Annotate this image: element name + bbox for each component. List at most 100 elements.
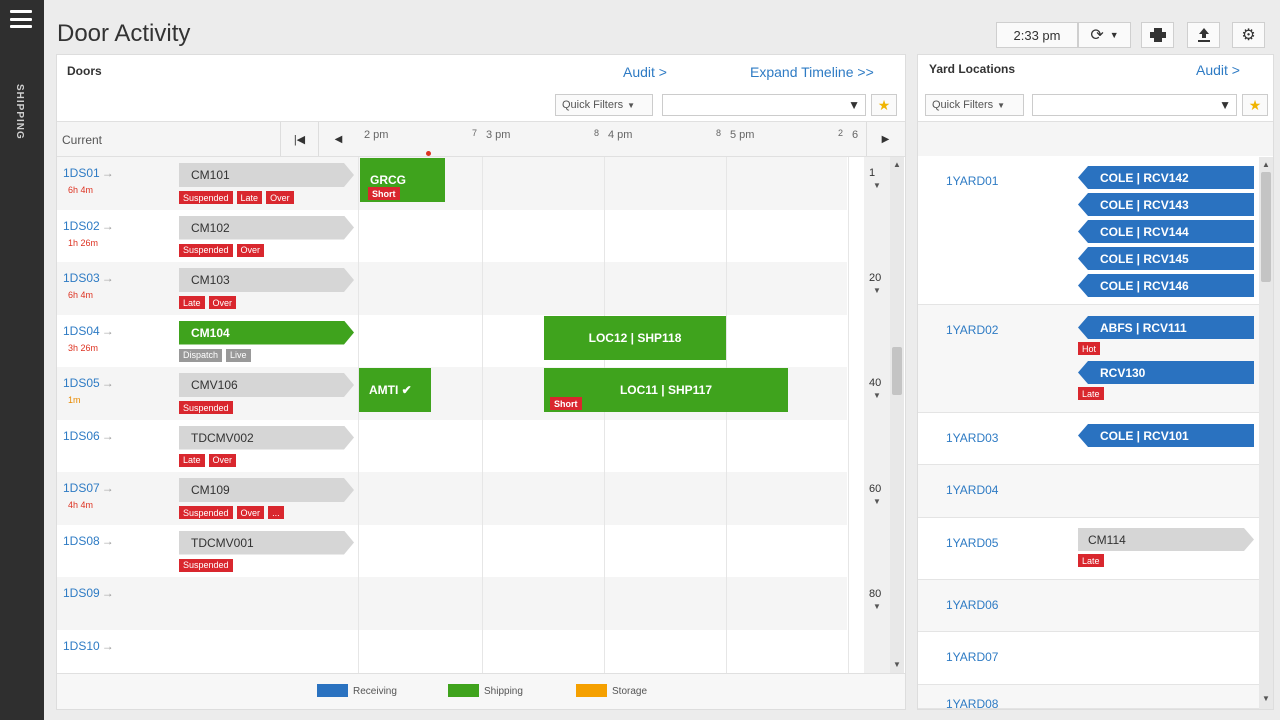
status-badge: Late: [236, 191, 263, 204]
timeline-first-button[interactable]: |◀: [280, 122, 318, 156]
door-row: 1DS07 → 4h 4m CM109 Suspended Over...: [57, 472, 847, 525]
door-duration: 6h 4m: [68, 185, 94, 195]
yard-location-link[interactable]: 1YARD05: [946, 536, 998, 550]
scroll-up-icon[interactable]: ▲: [1262, 160, 1270, 169]
door-chip[interactable]: TDCMV001: [179, 531, 354, 555]
door-id: 1DS08: [63, 533, 100, 548]
legend-label: Storage: [612, 686, 648, 697]
door-link[interactable]: 1DS04 →: [63, 324, 114, 338]
door-chip[interactable]: CM102: [179, 216, 354, 240]
timeline-block[interactable]: LOC11 | SHP117 Short: [544, 368, 788, 412]
arrow-right-icon: →: [101, 323, 114, 338]
yard-quick-filters[interactable]: Quick Filters ▼: [925, 94, 1024, 116]
yard-item-chip[interactable]: COLE | RCV146: [1078, 274, 1254, 297]
status-badge: Late: [179, 296, 205, 309]
yard-audit-link[interactable]: Audit >: [1196, 62, 1240, 78]
yard-filter-input[interactable]: ▼: [1032, 94, 1237, 116]
hamburger-menu-icon[interactable]: [10, 10, 32, 28]
yard-scroll-thumb[interactable]: [1261, 172, 1271, 282]
arrow-right-icon: →: [101, 218, 114, 233]
scroll-down-icon[interactable]: ▼: [893, 660, 901, 669]
print-button[interactable]: [1141, 22, 1174, 48]
door-chip[interactable]: CMV106: [179, 373, 354, 397]
yard-item-chip[interactable]: COLE | RCV143: [1078, 193, 1254, 216]
door-id: 1DS07: [63, 481, 100, 495]
doors-scrollbar[interactable]: [890, 157, 904, 673]
yard-row: 1YARD02 ABFS | RCV111 Hot RCV130 Late: [918, 305, 1273, 413]
yard-location-link[interactable]: 1YARD04: [946, 483, 998, 497]
doors-scroll-thumb[interactable]: [892, 347, 902, 395]
yard-item-chip[interactable]: COLE | RCV144: [1078, 220, 1254, 243]
status-badge: Suspended: [179, 191, 233, 204]
door-chip[interactable]: CM104: [179, 321, 354, 345]
yard-favorite-star-icon[interactable]: ★: [1242, 94, 1268, 116]
door-link[interactable]: 1DS07 →: [63, 481, 114, 495]
timeline-prev-button[interactable]: ◀: [318, 122, 358, 156]
export-button[interactable]: [1187, 22, 1220, 48]
timeline-block[interactable]: AMTI ✔: [359, 368, 431, 412]
page-title: Door Activity: [57, 20, 191, 47]
timeline-next-button[interactable]: ▶: [866, 122, 904, 156]
door-row: 1DS03 → 6h 4m CM103 Late Over: [57, 262, 847, 315]
expand-timeline-link[interactable]: Expand Timeline >>: [750, 64, 874, 80]
yard-location-link[interactable]: 1YARD08: [946, 697, 998, 711]
timeline-block[interactable]: GRCG Short: [360, 158, 445, 202]
yard-item-chip[interactable]: RCV130: [1078, 361, 1254, 384]
doors-audit-link[interactable]: Audit >: [623, 64, 667, 80]
yard-item-chip[interactable]: COLE | RCV101: [1078, 424, 1254, 447]
timeline-block-label: AMTI ✔: [369, 383, 412, 397]
yard-location-link[interactable]: 1YARD03: [946, 431, 998, 445]
chevron-down-icon: ▼: [873, 497, 881, 506]
door-link[interactable]: 1DS03 →: [63, 271, 114, 285]
scroll-up-icon[interactable]: ▲: [893, 160, 901, 169]
settings-button[interactable]: ⚙: [1232, 22, 1265, 48]
scroll-down-icon[interactable]: ▼: [1262, 694, 1270, 703]
arrow-right-icon: →: [101, 533, 114, 548]
status-badge: Suspended: [179, 558, 233, 572]
refresh-button[interactable]: ⟳ ▼: [1078, 22, 1131, 48]
door-chip[interactable]: CM103: [179, 268, 354, 292]
door-link[interactable]: 1DS05 →: [63, 376, 114, 390]
yard-location-link[interactable]: 1YARD02: [946, 323, 998, 337]
legend-swatch: [317, 684, 348, 697]
door-link[interactable]: 1DS01 →: [63, 166, 114, 180]
doors-filter-input[interactable]: ▼: [662, 94, 866, 116]
scale-number: 1: [869, 167, 876, 179]
status-badge: Hot: [1078, 342, 1101, 355]
yard-header: Yard Locations: [929, 62, 1016, 76]
door-link[interactable]: 1DS02 →: [63, 219, 114, 233]
yard-location-link[interactable]: 1YARD07: [946, 650, 998, 664]
door-row: 1DS06 → TDCMV002 Late Over: [57, 420, 847, 473]
door-chip[interactable]: CM101: [179, 163, 354, 187]
doors-favorite-star-icon[interactable]: ★: [871, 94, 897, 116]
arrow-right-icon: →: [101, 428, 114, 443]
badge-group: Dispatch Live: [179, 348, 251, 362]
timeline-block[interactable]: LOC12 | SHP118: [544, 316, 726, 360]
door-row: 1DS08 → TDCMV001 Suspended: [57, 525, 847, 578]
door-id: 1DS10: [63, 638, 100, 653]
door-link[interactable]: 1DS08 →: [63, 534, 114, 548]
tick-count: 8: [594, 128, 600, 138]
door-chip[interactable]: CM109: [179, 478, 354, 502]
door-link[interactable]: 1DS09 →: [63, 586, 114, 600]
chevron-right-icon: ▶: [881, 133, 890, 145]
door-link[interactable]: 1DS06 →: [63, 429, 114, 443]
door-chip[interactable]: TDCMV002: [179, 426, 354, 450]
door-link[interactable]: 1DS10 →: [63, 639, 114, 653]
refresh-icon: ⟳: [1090, 27, 1104, 44]
badge-group: Suspended Over: [179, 243, 265, 257]
nav-section-label[interactable]: SHIPPING: [14, 84, 25, 140]
doors-quick-filters[interactable]: Quick Filters ▼: [555, 94, 653, 116]
yard-location-link[interactable]: 1YARD01: [946, 174, 998, 188]
filter-icon: ▼: [848, 98, 860, 112]
status-badge: Short: [368, 187, 400, 200]
timeline-header: [57, 121, 905, 157]
door-id: 1DS01: [63, 166, 100, 180]
yard-item-chip[interactable]: COLE | RCV145: [1078, 247, 1254, 270]
badge-group: Suspended: [179, 401, 233, 414]
yard-item-chip[interactable]: ABFS | RCV111: [1078, 316, 1254, 339]
yard-item-chip[interactable]: CM114: [1078, 528, 1254, 551]
yard-row: 1YARD05 CM114 Late: [918, 518, 1273, 580]
yard-item-chip[interactable]: COLE | RCV142: [1078, 166, 1254, 189]
yard-location-link[interactable]: 1YARD06: [946, 598, 998, 612]
